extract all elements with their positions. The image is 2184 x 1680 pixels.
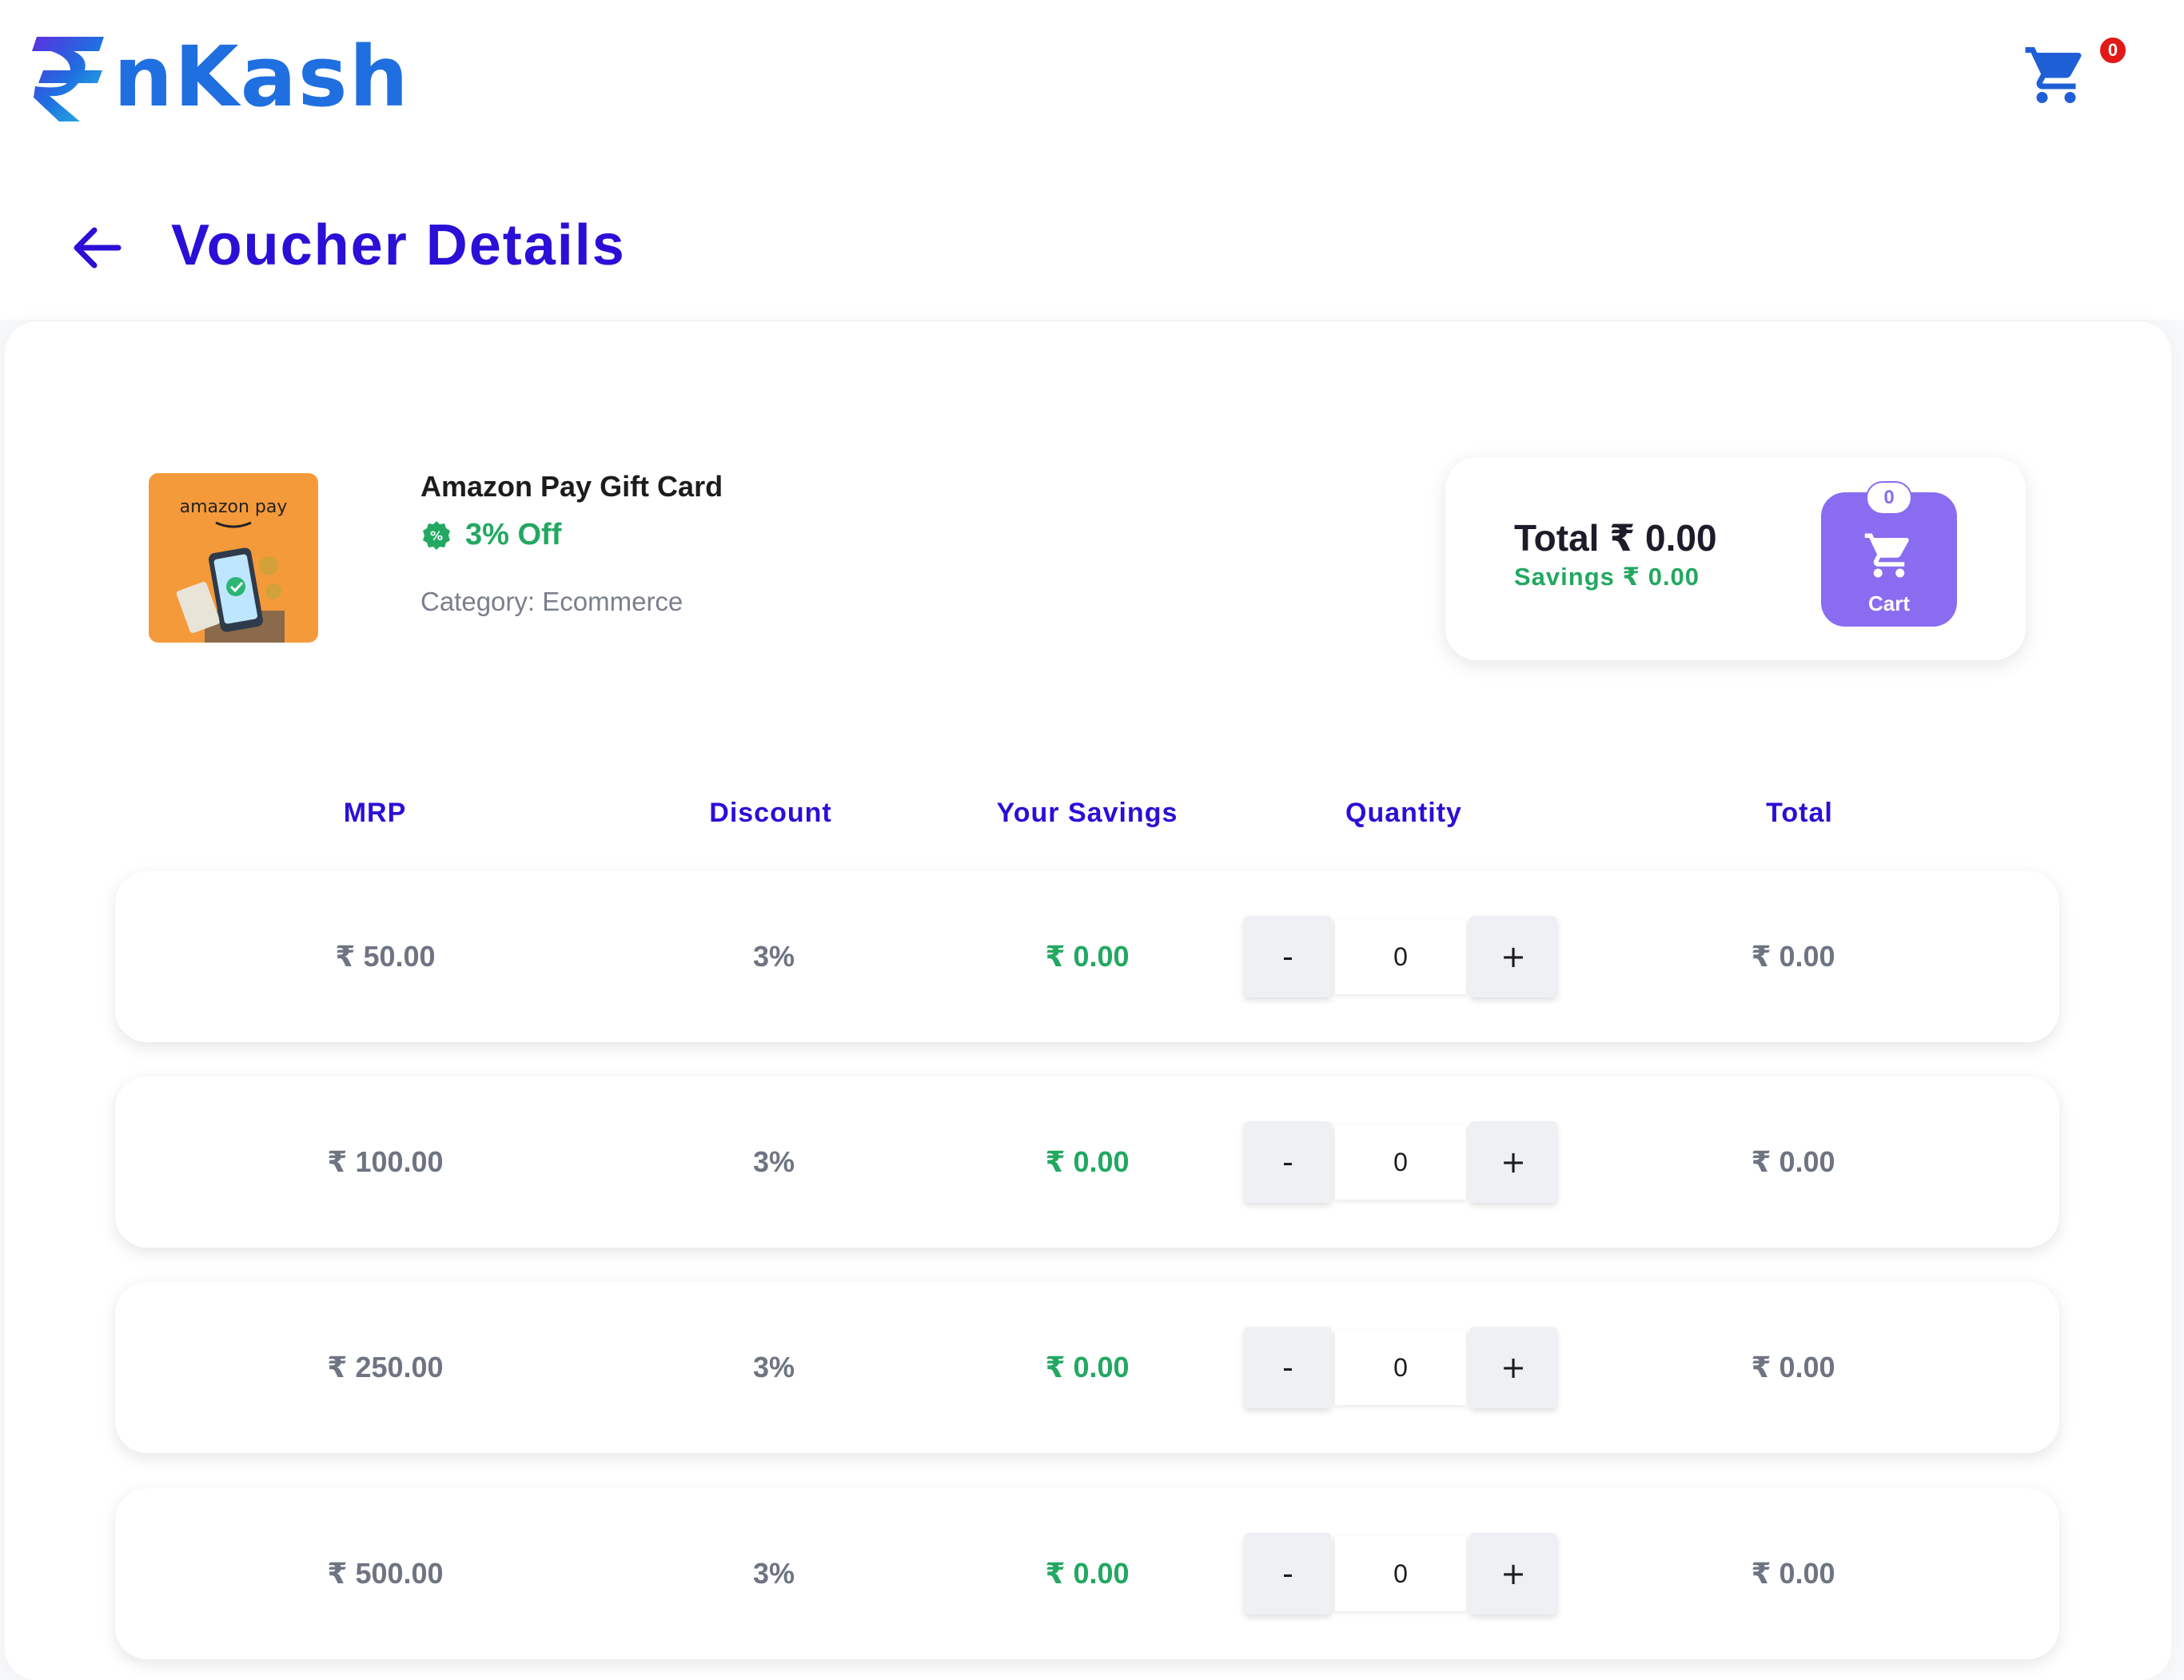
quantity-stepper: - + [1244, 1327, 1557, 1408]
savings-label: Savings [1514, 563, 1615, 591]
row-discount: 3% [752, 940, 795, 973]
column-header-savings: Your Savings [996, 798, 1178, 828]
table-row: ₹ 50.00 3% ₹ 0.00 - + ₹ 0.00 [115, 871, 2059, 1042]
row-discount: 3% [752, 1351, 795, 1383]
top-bar: nKash 0 [0, 0, 2184, 160]
page-title: Voucher Details [171, 213, 626, 277]
quantity-input[interactable] [1335, 1536, 1466, 1611]
column-header-quantity: Quantity [1345, 798, 1462, 828]
row-mrp: ₹ 250.00 [327, 1351, 444, 1383]
quantity-input[interactable] [1335, 1125, 1466, 1200]
summary-total: Total ₹ 0.00 [1514, 516, 1717, 559]
table-row: ₹ 500.00 3% ₹ 0.00 - + ₹ 0.00 [115, 1488, 2059, 1659]
increment-button[interactable]: + [1469, 1121, 1557, 1203]
cart-item-count: 0 [1866, 481, 1912, 515]
increment-button[interactable]: + [1469, 1327, 1557, 1408]
row-mrp: ₹ 50.00 [335, 940, 436, 973]
row-savings: ₹ 0.00 [1045, 1145, 1130, 1178]
row-mrp: ₹ 100.00 [327, 1145, 444, 1178]
category-value: Ecommerce [542, 587, 683, 616]
savings-value: ₹ 0.00 [1622, 563, 1700, 591]
total-value: ₹ 0.00 [1609, 517, 1717, 559]
quantity-stepper: - + [1244, 1533, 1557, 1614]
product-category: Category: Ecommerce [420, 587, 683, 617]
row-savings: ₹ 0.00 [1045, 1351, 1130, 1383]
quantity-input[interactable] [1335, 1330, 1466, 1405]
decrement-button[interactable]: - [1244, 916, 1332, 997]
row-savings: ₹ 0.00 [1045, 940, 1130, 973]
cart-button[interactable]: 0 Cart [1821, 481, 1957, 627]
rupee-logo-icon [32, 37, 104, 121]
category-label: Category: [420, 587, 536, 616]
increment-button[interactable]: + [1469, 1533, 1557, 1614]
order-summary-card: Total ₹ 0.00 Savings ₹ 0.00 0 Cart [1445, 457, 2026, 660]
row-total: ₹ 0.00 [1751, 940, 1835, 973]
row-savings: ₹ 0.00 [1045, 1557, 1130, 1590]
product-image: amazon pay [149, 473, 318, 643]
decrement-button[interactable]: - [1244, 1327, 1332, 1408]
cart-button-label: Cart [1867, 591, 1910, 615]
row-total: ₹ 0.00 [1751, 1557, 1835, 1590]
total-label: Total [1514, 517, 1600, 559]
decrement-button[interactable]: - [1244, 1533, 1332, 1614]
enkash-logo[interactable]: nKash [32, 29, 410, 125]
header-cart-button[interactable] [2023, 42, 2099, 118]
product-name: Amazon Pay Gift Card [420, 470, 723, 503]
decrement-button[interactable]: - [1244, 1121, 1332, 1203]
column-header-mrp: MRP [343, 798, 407, 828]
quantity-input[interactable] [1335, 919, 1466, 994]
column-header-total: Total [1766, 798, 1833, 828]
arrow-left-icon [74, 227, 122, 269]
quantity-stepper: - + [1244, 916, 1557, 997]
row-discount: 3% [752, 1145, 795, 1178]
row-total: ₹ 0.00 [1751, 1351, 1835, 1383]
discount-badge-icon: % [423, 520, 450, 550]
shopping-cart-icon [1864, 533, 1909, 578]
back-button[interactable] [66, 216, 130, 280]
svg-text:%: % [430, 528, 443, 543]
row-mrp: ₹ 500.00 [327, 1557, 444, 1590]
offer-tag: % 3% Off [420, 518, 561, 552]
cart-count-badge: 0 [2098, 35, 2128, 66]
table-row: ₹ 100.00 3% ₹ 0.00 - + ₹ 0.00 [115, 1077, 2059, 1248]
row-discount: 3% [752, 1557, 795, 1590]
shopping-cart-icon [2025, 47, 2082, 103]
summary-savings: Savings ₹ 0.00 [1514, 563, 1700, 591]
increment-button[interactable]: + [1469, 916, 1557, 997]
table-row: ₹ 250.00 3% ₹ 0.00 - + ₹ 0.00 [115, 1282, 2059, 1453]
column-header-discount: Discount [709, 798, 832, 828]
row-total: ₹ 0.00 [1751, 1145, 1835, 1178]
offer-text: 3% Off [465, 518, 562, 551]
phone-illustration-icon [176, 521, 285, 643]
quantity-stepper: - + [1244, 1121, 1557, 1203]
brand-name: nKash [114, 28, 410, 125]
